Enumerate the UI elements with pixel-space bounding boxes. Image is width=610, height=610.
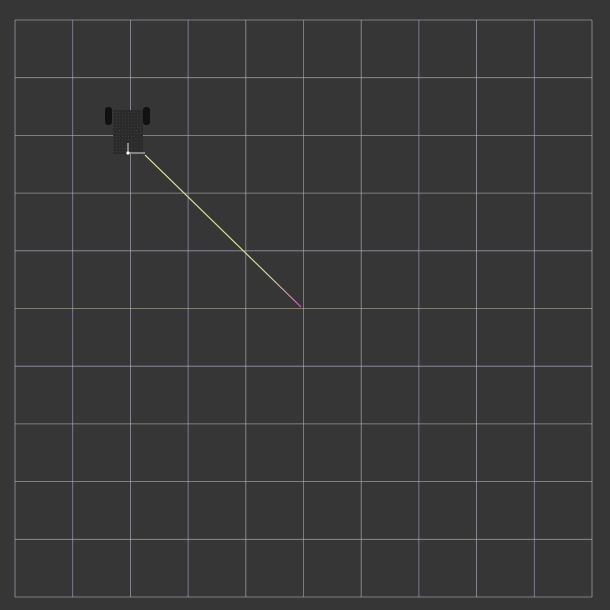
simulation-viewport[interactable] xyxy=(0,0,610,610)
robot-icon[interactable] xyxy=(105,107,150,155)
grid-lines xyxy=(14,19,593,598)
left-wheel-icon xyxy=(105,107,112,125)
right-wheel-icon xyxy=(143,107,150,125)
trajectory-path xyxy=(144,154,302,308)
robot-center-marker xyxy=(126,151,130,155)
grid-scene xyxy=(14,19,593,598)
